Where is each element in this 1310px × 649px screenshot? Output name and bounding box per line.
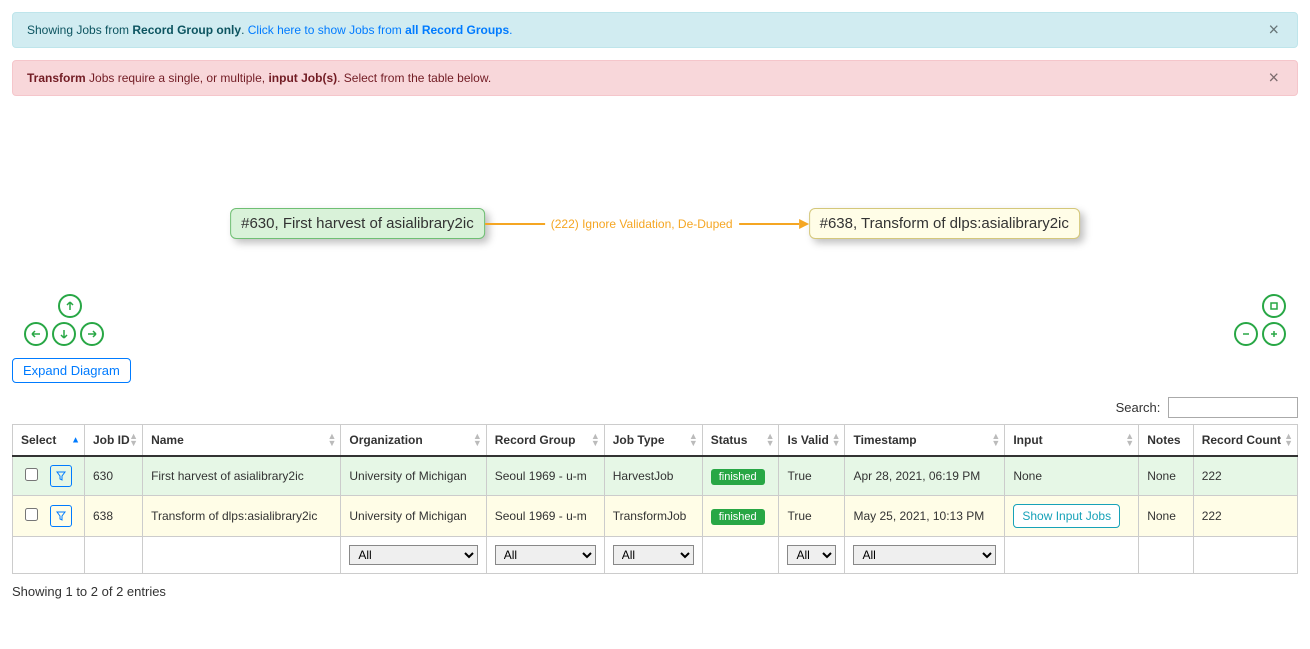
diagram-node-source[interactable]: #630, First harvest of asialibrary2ic [230,208,485,239]
col-organization[interactable]: Organization▲▼ [341,425,486,457]
col-timestamp[interactable]: Timestamp▲▼ [845,425,1005,457]
diagram-node-target[interactable]: #638, Transform of dlps:asialibrary2ic [809,208,1080,239]
cell-record-group: Seoul 1969 - u-m [486,456,604,496]
cell-organization: University of Michigan [341,496,486,537]
col-record-group[interactable]: Record Group▲▼ [486,425,604,457]
table-filter-row: All All All All All [13,537,1298,574]
cell-job-type: TransformJob [604,496,702,537]
status-badge: finished [711,509,765,525]
zoom-in-button[interactable] [1262,322,1286,346]
cell-job-type: HarvestJob [604,456,702,496]
pan-up-button[interactable] [58,294,82,318]
diagram-zoom-controls [1232,292,1288,348]
zoom-out-button[interactable] [1234,322,1258,346]
search-label: Search: [1116,400,1161,415]
pan-left-button[interactable] [24,322,48,346]
col-job-type[interactable]: Job Type▲▼ [604,425,702,457]
cell-notes: None [1139,496,1193,537]
col-select[interactable]: Select ▲ [13,425,85,457]
filter-record-group-select[interactable]: All [495,545,596,565]
row-select-checkbox[interactable] [25,468,38,481]
cell-input: None [1005,456,1139,496]
zoom-fit-button[interactable] [1262,294,1286,318]
cell-timestamp: May 25, 2021, 10:13 PM [845,496,1005,537]
table-row: 638 Transform of dlps:asialibrary2ic Uni… [13,496,1298,537]
pan-right-button[interactable] [80,322,104,346]
diagram-pan-controls [22,292,106,348]
filter-timestamp-select[interactable]: All [853,545,996,565]
cell-job-id: 630 [85,456,143,496]
info-alert-text: Showing Jobs from Record Group only. Cli… [27,23,513,37]
filter-is-valid-select[interactable]: All [787,545,836,565]
cell-name: Transform of dlps:asialibrary2ic [143,496,341,537]
cell-record-count: 222 [1193,456,1297,496]
col-name[interactable]: Name▲▼ [143,425,341,457]
expand-diagram-button[interactable]: Expand Diagram [12,358,131,383]
close-info-alert-button[interactable]: × [1262,19,1285,42]
row-filter-button[interactable] [50,505,72,527]
table-row: 630 First harvest of asialibrary2ic Univ… [13,456,1298,496]
status-badge: finished [711,469,765,485]
pan-down-button[interactable] [52,322,76,346]
filter-job-type-select[interactable]: All [613,545,694,565]
diagram-edge: (222) Ignore Validation, De-Duped [485,217,809,231]
cell-record-count: 222 [1193,496,1297,537]
filter-organization-select[interactable]: All [349,545,477,565]
entries-info: Showing 1 to 2 of 2 entries [12,584,1298,599]
info-alert: Showing Jobs from Record Group only. Cli… [12,12,1298,48]
cell-name: First harvest of asialibrary2ic [143,456,341,496]
row-select-checkbox[interactable] [25,508,38,521]
col-record-count[interactable]: Record Count▲▼ [1193,425,1297,457]
search-input[interactable] [1168,397,1298,418]
col-status[interactable]: Status▲▼ [702,425,779,457]
row-filter-button[interactable] [50,465,72,487]
col-is-valid[interactable]: Is Valid▲▼ [779,425,845,457]
col-job-id[interactable]: Job ID▲▼ [85,425,143,457]
diagram-edge-label: (222) Ignore Validation, De-Duped [545,217,739,231]
cell-notes: None [1139,456,1193,496]
arrow-right-icon [799,219,809,229]
warning-alert: Transform Jobs require a single, or mult… [12,60,1298,96]
cell-organization: University of Michigan [341,456,486,496]
cell-job-id: 638 [85,496,143,537]
cell-is-valid: True [779,456,845,496]
show-all-record-groups-link[interactable]: Click here to show Jobs from all Record … [248,23,513,37]
col-input[interactable]: Input▲▼ [1005,425,1139,457]
cell-timestamp: Apr 28, 2021, 06:19 PM [845,456,1005,496]
cell-is-valid: True [779,496,845,537]
col-notes[interactable]: Notes [1139,425,1193,457]
warning-alert-text: Transform Jobs require a single, or mult… [27,71,491,85]
jobs-table: Select ▲ Job ID▲▼ Name▲▼ Organization▲▼ … [12,424,1298,574]
show-input-jobs-button[interactable]: Show Input Jobs [1013,504,1120,528]
lineage-diagram: #630, First harvest of asialibrary2ic (2… [12,108,1298,348]
cell-record-group: Seoul 1969 - u-m [486,496,604,537]
close-warning-alert-button[interactable]: × [1262,67,1285,90]
